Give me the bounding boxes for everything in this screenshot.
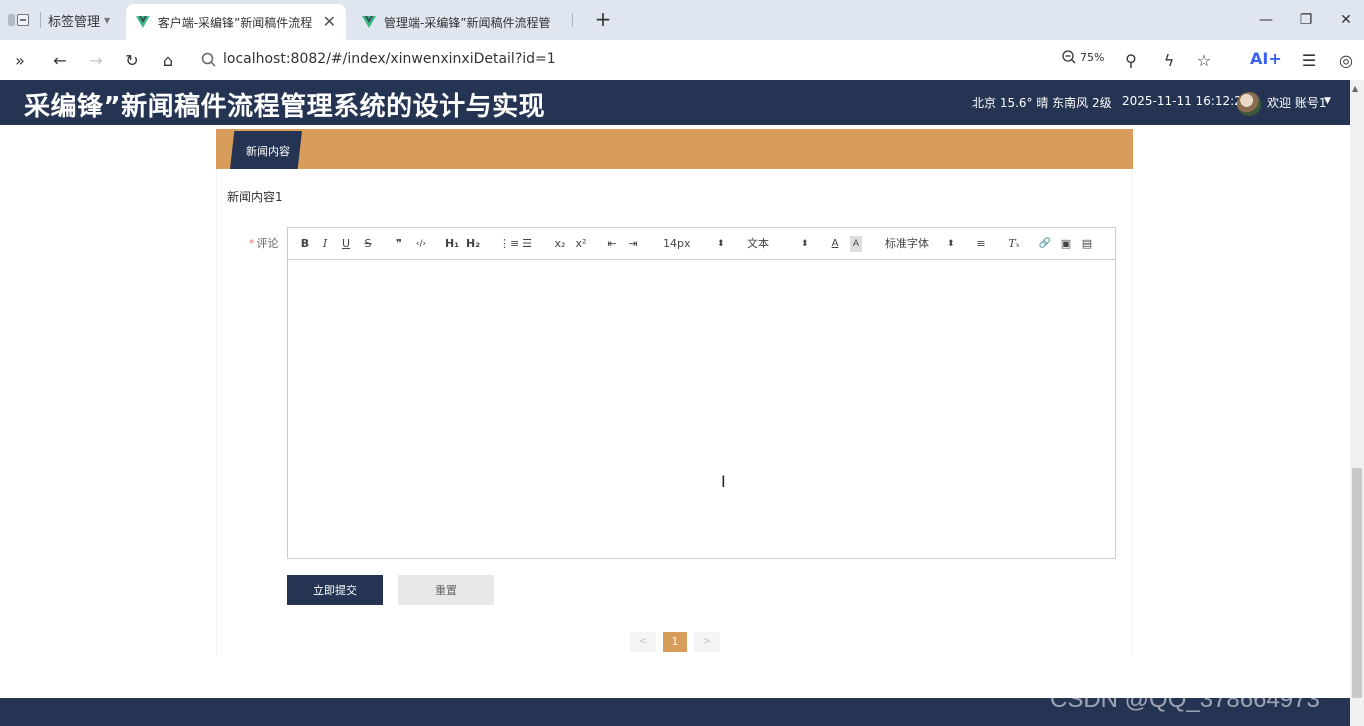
comment-input[interactable]: I [288,260,1115,558]
tab-close-icon[interactable]: ✕ [323,14,336,30]
zoom-indicator[interactable]: 75% [1062,50,1104,64]
site-title: 采编锋”新闻稿件流程管理系统的设计与实现 [24,92,546,122]
star-icon[interactable]: ☆ [1192,48,1216,72]
comment-label-text: 评论 [256,237,279,250]
tab-separator [40,12,41,28]
extensions-icon[interactable]: ◎ [1334,48,1358,72]
font-select-arrow-icon: ⬍ [947,239,955,249]
zoom-out-icon [1062,50,1076,64]
forward-icon[interactable]: → [84,48,108,72]
url-input[interactable]: localhost:8082/#/index/xinwenxinxiDetail… [223,51,556,67]
scroll-thumb[interactable] [1352,468,1362,698]
sidebar-toggle-icon[interactable] [8,12,30,28]
vue-logo-icon [136,16,150,28]
bold-icon[interactable]: B [299,236,311,252]
pagination-next-button[interactable]: > [694,632,720,652]
key-icon[interactable]: ⚲ [1119,48,1143,72]
align-icon[interactable]: ≡ [974,236,988,252]
lightning-icon[interactable]: ϟ [1157,48,1181,72]
weather-info: 北京 15.6° 晴 东南风 2级 [972,96,1112,110]
header-2-icon[interactable]: H₂ [465,236,481,252]
header-1-icon[interactable]: H₁ [444,236,460,252]
required-mark: * [249,237,255,250]
indent-icon[interactable]: ⇥ [626,236,640,252]
reading-list-icon[interactable]: ☰ [1297,48,1321,72]
avatar[interactable] [1237,92,1261,116]
size-select[interactable]: 14px [663,236,691,252]
browser-tab-bar: 标签管理 ▼ 客户端-采编锋”新闻稿件流程 ✕ 管理端-采编锋”新闻稿件流程管 … [0,0,1364,40]
reset-button[interactable]: 重置 [398,575,494,605]
subscript-icon[interactable]: x₂ [552,236,568,252]
pagination-current-page[interactable]: 1 [663,632,687,652]
minimize-icon[interactable]: — [1254,8,1278,32]
blockquote-icon[interactable]: ❞ [392,236,406,252]
font-color-icon[interactable]: A [829,236,841,252]
strikethrough-icon[interactable]: S [362,236,374,252]
welcome-user[interactable]: 欢迎 账号1 [1267,94,1326,111]
ordered-list-icon[interactable]: ⋮≡ [499,236,519,252]
comment-label: * 评论 [249,235,279,251]
superscript-icon[interactable]: x² [573,236,589,252]
new-tab-icon[interactable]: + [592,8,614,30]
comment-editor: B I U S ❞ ‹/› H₁ H₂ ⋮≡ ☰ x₂ x² ⇤ ⇥ 14px … [287,227,1116,559]
window-close-icon[interactable]: ✕ [1334,8,1358,32]
tab-admin[interactable]: 管理端-采编锋”新闻稿件流程管 [352,4,568,40]
clear-format-icon[interactable]: Tₓ [1006,236,1022,252]
tab-group-text: 标签管理 [48,14,101,30]
size-select-arrow-icon: ⬍ [717,239,725,249]
scroll-up-arrow-icon[interactable]: ▲ [1352,84,1358,93]
csdn-watermark: CSDN @QQ_378664973 [1050,686,1320,713]
restore-icon[interactable]: ❐ [1294,8,1318,32]
tab-group-label[interactable]: 标签管理 ▼ [48,10,110,30]
header-select-arrow-icon: ⬍ [801,239,809,249]
current-datetime: 2025-11-11 16:12:29 [1122,94,1250,108]
background-color-icon[interactable]: A [850,236,862,252]
zoom-level: 75% [1080,50,1105,64]
bullet-list-icon[interactable]: ☰ [520,236,534,252]
expand-icon[interactable]: » [8,48,32,72]
vue-logo-icon [362,16,376,28]
outdent-icon[interactable]: ⇤ [605,236,619,252]
image-icon[interactable]: ▣ [1059,236,1073,252]
underline-icon[interactable]: U [340,236,352,252]
home-icon[interactable]: ⌂ [156,48,180,72]
back-icon[interactable]: ← [48,48,72,72]
section-tab-label: 新闻内容 [246,145,290,158]
section-header-bar [216,129,1133,169]
tab-client[interactable]: 客户端-采编锋”新闻稿件流程 ✕ [126,4,346,40]
header-select[interactable]: 文本 [747,236,769,252]
tab-title: 管理端-采编锋”新闻稿件流程管 [384,15,551,30]
font-select[interactable]: 标准字体 [885,236,929,252]
video-icon[interactable]: ▤ [1080,236,1094,252]
submit-button[interactable]: 立即提交 [287,575,383,605]
tab-group-caret-icon: ▼ [104,15,111,25]
pagination-prev-button[interactable]: < [630,632,656,652]
code-block-icon[interactable]: ‹/› [413,236,429,252]
user-menu-caret-icon[interactable]: ▼ [1324,96,1331,106]
search-icon [201,52,216,67]
link-icon[interactable]: 🔗 [1038,236,1052,252]
browser-nav-bar: » ← → ↻ ⌂ localhost:8082/#/index/xinwenx… [0,40,1364,80]
text-cursor-icon: I [721,472,726,491]
site-header: 采编锋”新闻稿件流程管理系统的设计与实现 北京 15.6° 晴 东南风 2级 2… [0,80,1350,125]
reload-icon[interactable]: ↻ [120,48,144,72]
tab-divider [572,13,573,27]
editor-toolbar: B I U S ❞ ‹/› H₁ H₂ ⋮≡ ☰ x₂ x² ⇤ ⇥ 14px … [288,228,1115,260]
ai-button[interactable]: AI+ [1250,49,1282,68]
news-content-text: 新闻内容1 [227,190,283,204]
tab-title: 客户端-采编锋”新闻稿件流程 [157,15,313,30]
italic-icon[interactable]: I [319,236,331,252]
